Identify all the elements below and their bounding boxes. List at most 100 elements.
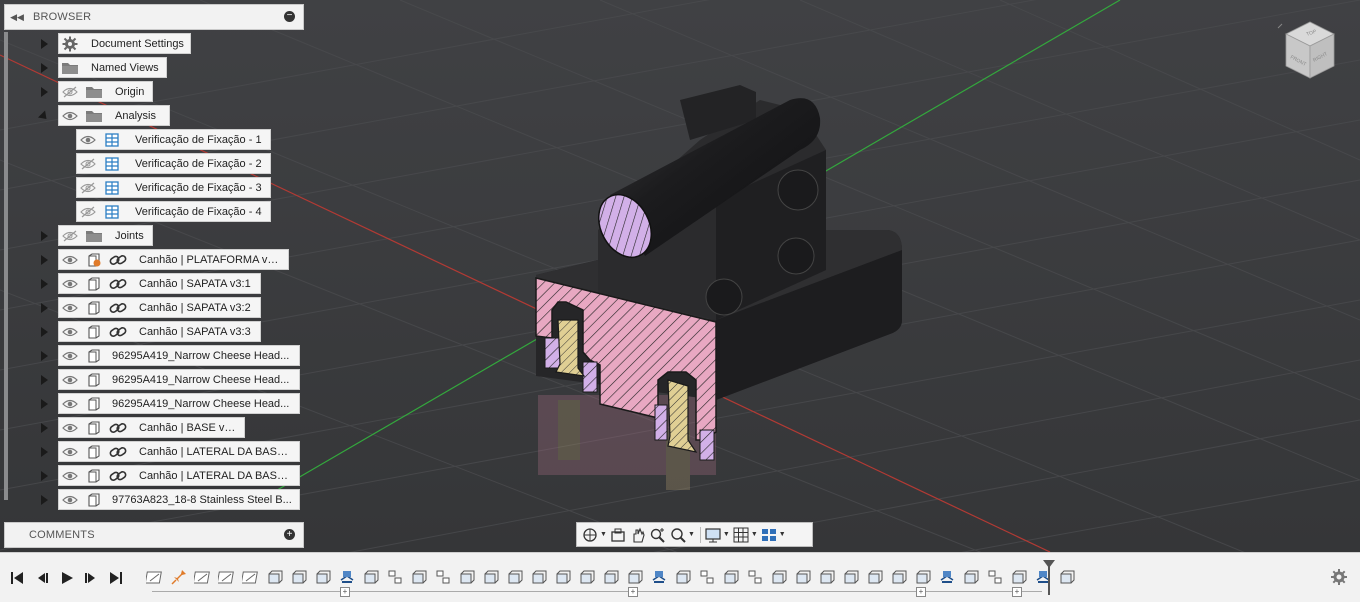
timeline-extrude-feature-icon[interactable] [1058,568,1076,586]
browser-item[interactable]: Origin [58,81,153,102]
visibility-eye-icon[interactable] [79,132,97,148]
timeline-extrude-feature-icon[interactable] [866,568,884,586]
timeline-joint-feature-icon[interactable] [650,568,668,586]
timeline-rigid-feature-icon[interactable] [386,568,404,586]
add-comment-icon[interactable]: + [284,529,295,540]
timeline-joint-feature-icon[interactable] [938,568,956,586]
collapse-toggle-icon[interactable] [37,105,51,127]
visibility-eye-icon[interactable] [61,492,79,508]
timeline-extrude-feature-icon[interactable] [914,568,932,586]
timeline-extrude-feature-icon[interactable] [266,568,284,586]
timeline-sketch-feature-icon[interactable] [192,568,212,586]
expand-toggle-icon[interactable] [37,225,51,247]
viewports-button[interactable]: ▼ [760,525,786,545]
browser-item[interactable]: 96295A419_Narrow Cheese Head... [58,369,300,390]
timeline-group-expand-icon[interactable]: + [340,587,350,597]
browser-scrollbar[interactable] [4,32,8,500]
browser-item[interactable]: Named Views [58,57,167,78]
browser-item[interactable]: Verificação de Fixação - 4 [76,201,271,222]
timeline-extrude-feature-icon[interactable] [362,568,380,586]
browser-item[interactable]: Canhão | SAPATA v3:1 [58,273,261,294]
timeline-marker[interactable] [1043,560,1055,595]
go-to-start-button[interactable] [8,569,26,587]
orbit-button[interactable]: ▼ [581,525,607,545]
timeline-extrude-feature-icon[interactable] [314,568,332,586]
step-back-button[interactable] [33,569,51,587]
visibility-hidden-icon[interactable] [79,204,97,220]
timeline-extrude-feature-icon[interactable] [554,568,572,586]
visibility-eye-icon[interactable] [61,108,79,124]
timeline-rigid-feature-icon[interactable] [698,568,716,586]
browser-item[interactable]: Canhão | BASE v4:1 [58,417,245,438]
timeline-sketch-feature-icon[interactable] [144,568,164,586]
visibility-eye-icon[interactable] [61,468,79,484]
visibility-hidden-icon[interactable] [79,180,97,196]
browser-item[interactable]: Joints [58,225,153,246]
timeline-extrude-feature-icon[interactable] [794,568,812,586]
timeline-rigid-feature-icon[interactable] [434,568,452,586]
visibility-eye-icon[interactable] [61,276,79,292]
timeline-sketch-feature-icon[interactable] [216,568,236,586]
timeline-extrude-feature-icon[interactable] [626,568,644,586]
browser-item[interactable]: Document Settings [58,33,191,54]
visibility-eye-icon[interactable] [61,324,79,340]
collapse-panel-icon[interactable]: ◀◀ [7,12,27,23]
browser-header[interactable]: ◀◀ BROWSER − [4,4,304,30]
fit-button[interactable]: ▼ [669,525,695,545]
timeline-extrude-feature-icon[interactable] [506,568,524,586]
expand-toggle-icon[interactable] [37,321,51,343]
browser-item[interactable]: 96295A419_Narrow Cheese Head... [58,345,300,366]
look-at-button[interactable] [609,525,627,545]
expand-toggle-icon[interactable] [37,441,51,463]
browser-item[interactable]: Verificação de Fixação - 1 [76,129,271,150]
step-forward-button[interactable] [82,569,100,587]
timeline-settings-button[interactable] [1330,568,1348,589]
browser-item[interactable]: Verificação de Fixação - 3 [76,177,271,198]
timeline-sketch-feature-icon[interactable] [240,568,260,586]
timeline-rigid-feature-icon[interactable] [746,568,764,586]
timeline-extrude-feature-icon[interactable] [1010,568,1028,586]
timeline-extrude-feature-icon[interactable] [530,568,548,586]
visibility-eye-icon[interactable] [61,252,79,268]
browser-item[interactable]: Canhão | SAPATA v3:3 [58,321,261,342]
browser-item[interactable]: Canhão | LATERAL DA BASE ... [58,465,300,486]
pan-button[interactable] [629,525,647,545]
expand-toggle-icon[interactable] [37,489,51,511]
timeline-extrude-feature-icon[interactable] [722,568,740,586]
browser-item[interactable]: Canhão | PLATAFORMA v5:1 [58,249,289,270]
visibility-hidden-icon[interactable] [79,156,97,172]
expand-toggle-icon[interactable] [37,465,51,487]
visibility-hidden-icon[interactable] [61,228,79,244]
expand-toggle-icon[interactable] [37,33,51,55]
visibility-eye-icon[interactable] [61,420,79,436]
browser-item[interactable]: 96295A419_Narrow Cheese Head... [58,393,300,414]
expand-toggle-icon[interactable] [37,417,51,439]
browser-item[interactable]: Canhão | SAPATA v3:2 [58,297,261,318]
timeline-extrude-feature-icon[interactable] [602,568,620,586]
timeline-joint-pin-feature-icon[interactable] [170,568,188,586]
display-settings-button[interactable]: ▼ [704,525,730,545]
timeline-rigid-feature-icon[interactable] [986,568,1004,586]
timeline-extrude-feature-icon[interactable] [482,568,500,586]
timeline-extrude-feature-icon[interactable] [578,568,596,586]
play-button[interactable] [58,569,76,587]
expand-toggle-icon[interactable] [37,369,51,391]
browser-item[interactable]: 97763A823_18-8 Stainless Steel B... [58,489,300,510]
browser-minimize-icon[interactable]: − [284,11,295,22]
timeline-group-expand-icon[interactable]: + [628,587,638,597]
timeline-extrude-feature-icon[interactable] [410,568,428,586]
timeline-extrude-feature-icon[interactable] [890,568,908,586]
timeline-extrude-feature-icon[interactable] [962,568,980,586]
visibility-hidden-icon[interactable] [61,84,79,100]
grid-button[interactable]: ▼ [732,525,758,545]
browser-item[interactable]: Verificação de Fixação - 2 [76,153,271,174]
visibility-eye-icon[interactable] [61,348,79,364]
visibility-eye-icon[interactable] [61,444,79,460]
timeline-group-expand-icon[interactable]: + [1012,587,1022,597]
timeline-extrude-feature-icon[interactable] [290,568,308,586]
viewcube[interactable]: TOP FRONT RIGHT [1276,14,1342,94]
expand-toggle-icon[interactable] [37,345,51,367]
zoom-button[interactable] [649,525,667,545]
visibility-eye-icon[interactable] [61,300,79,316]
expand-toggle-icon[interactable] [37,249,51,271]
